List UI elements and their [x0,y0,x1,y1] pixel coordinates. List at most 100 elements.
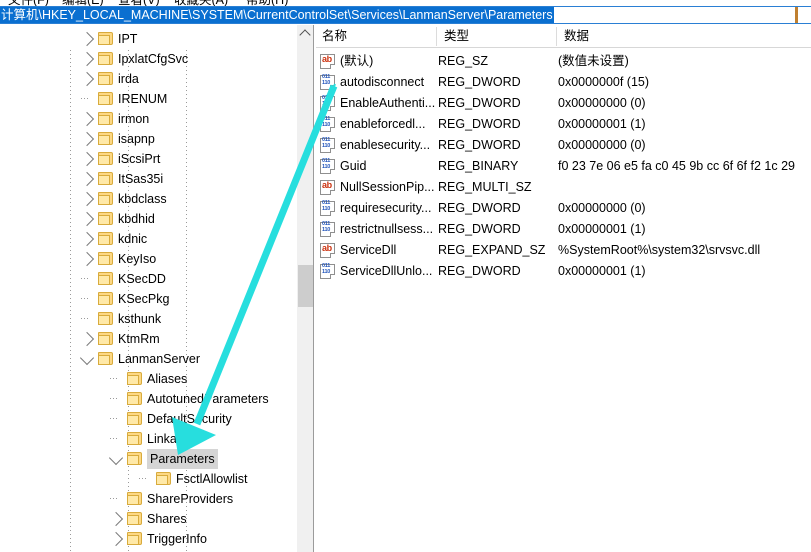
tree-connector [81,298,90,299]
value-row[interactable]: enablesecurity... REG_DWORD 0x00000000 (0) [316,135,811,156]
chevron-down-icon[interactable] [108,450,124,466]
chevron-right-icon[interactable] [79,71,95,87]
tree-item-label: irda [118,72,139,86]
pane-splitter[interactable] [313,25,315,552]
value-row[interactable]: ServiceDllUnlo... REG_DWORD 0x00000001 (1) [316,261,811,282]
value-row[interactable]: (默认) REG_SZ (数值未设置) [316,51,811,72]
column-divider[interactable] [556,27,557,46]
binary-value-icon [320,158,335,174]
chevron-right-icon[interactable] [79,171,95,187]
tree-item-iscsiprt[interactable]: iScsiPrt [0,149,296,169]
chevron-right-icon[interactable] [108,531,124,547]
folder-icon [98,112,114,126]
list-column-header: 名称 类型 数据 [316,25,811,48]
column-header-type[interactable]: 类型 [438,25,469,47]
tree-item-triggerinfo[interactable]: TriggerInfo [0,529,296,549]
dword-value-icon [320,221,335,237]
tree-connector [81,318,90,319]
value-row[interactable]: requiresecurity... REG_DWORD 0x00000000 (0… [316,198,811,219]
tree-item-lanmanserver[interactable]: LanmanServer [0,349,296,369]
chevron-down-icon[interactable] [79,350,95,366]
folder-icon [127,372,143,386]
tree-item-defaultsecurity[interactable]: DefaultSecurity [0,409,296,429]
column-divider[interactable] [436,27,437,46]
tree-item-ksecdd[interactable]: KSecDD [0,269,296,289]
value-name: NullSessionPip... [340,180,435,194]
tree-item-label: Parameters [147,449,218,469]
column-header-data[interactable]: 数据 [558,25,589,47]
tree-item-ksthunk[interactable]: ksthunk [0,309,296,329]
value-data: (数值未设置) [558,54,629,68]
tree-item-isapnp[interactable]: isapnp [0,129,296,149]
tree-item-label: KSecDD [118,272,166,286]
scrollbar-thumb[interactable] [298,265,313,307]
value-row[interactable]: autodisconnect REG_DWORD 0x0000000f (15) [316,72,811,93]
tree-item-irda[interactable]: irda [0,69,296,89]
tree-item-parameters[interactable]: Parameters [0,449,296,469]
tree-connector [110,438,119,439]
chevron-right-icon[interactable] [79,111,95,127]
column-header-name[interactable]: 名称 [316,25,347,47]
tree-item-ksecpkg[interactable]: KSecPkg [0,289,296,309]
scroll-up-button[interactable] [297,25,314,42]
string-value-icon [320,52,335,69]
value-row[interactable]: EnableAuthenti...REG_DWORD 0x00000000 (0) [316,93,811,114]
value-name: Guid [340,159,367,173]
tree-item-label: LanmanServer [118,352,200,366]
value-data: 0x00000000 (0) [558,96,646,110]
value-row[interactable]: restrictnullsess... REG_DWORD 0x00000001 (… [316,219,811,240]
value-data: 0x00000000 (0) [558,138,646,152]
tree-item-label: AutotunedParameters [147,392,269,406]
tree-item-kbdclass[interactable]: kbdclass [0,189,296,209]
tree-item-kbdhid[interactable]: kbdhid [0,209,296,229]
tree-item-autotunedparameters[interactable]: AutotunedParameters [0,389,296,409]
value-data: 0x0000000f (15) [558,75,650,89]
tree-item-shares[interactable]: Shares [0,509,296,529]
registry-values-pane[interactable]: 名称 类型 数据 (默认) REG_SZ (数值未设置) autodisconnect… [316,25,811,552]
address-bar[interactable]: 计算机\HKEY_LOCAL_MACHINE\SYSTEM\CurrentCon… [0,6,811,24]
folder-icon [98,72,114,86]
tree-item-label: kbdhid [118,212,155,226]
tree-item-ipxlatcfgsvc[interactable]: IpxlatCfgSvc [0,49,296,69]
value-row[interactable]: enableforcedl... REG_DWORD 0x00000001 (1) [316,114,811,135]
chevron-right-icon[interactable] [79,331,95,347]
chevron-right-icon[interactable] [79,131,95,147]
chevron-right-icon[interactable] [79,251,95,267]
value-row[interactable]: Guid REG_BINARY f0 23 7e 06 e5 fa c0 45 9b… [316,156,811,177]
tree-item-label: KtmRm [118,332,160,346]
tree-item-irenum[interactable]: IRENUM [0,89,296,109]
tree-vertical-scrollbar[interactable] [296,25,314,552]
tree-item-label: isapnp [118,132,155,146]
chevron-up-icon [299,29,311,41]
folder-icon [127,532,143,546]
chevron-right-icon[interactable] [79,191,95,207]
chevron-right-icon[interactable] [79,51,95,67]
folder-icon [98,332,114,346]
chevron-right-icon[interactable] [79,151,95,167]
chevron-right-icon[interactable] [79,231,95,247]
folder-icon [127,452,143,466]
chevron-right-icon[interactable] [108,511,124,527]
folder-icon [98,32,114,46]
tree-item-label: IpxlatCfgSvc [118,52,189,66]
tree-item-aliases[interactable]: Aliases [0,369,296,389]
address-path-text[interactable]: 计算机\HKEY_LOCAL_MACHINE\SYSTEM\CurrentCon… [0,7,554,23]
tree-item-label: Shares [147,512,187,526]
tree-item-kdnic[interactable]: kdnic [0,229,296,249]
registry-tree-pane[interactable]: IPT IpxlatCfgSvc irda IRENUM irmon isapnp iScs… [0,25,296,552]
tree-item-fsctlallowlist[interactable]: FsctlAllowlist [0,469,296,489]
value-row[interactable]: NullSessionPip...REG_MULTI_SZ [316,177,811,198]
dword-value-icon [320,137,335,153]
tree-item-keyiso[interactable]: KeyIso [0,249,296,269]
chevron-right-icon[interactable] [79,211,95,227]
tree-item-irmon[interactable]: irmon [0,109,296,129]
chevron-right-icon[interactable] [79,31,95,47]
tree-item-ipt[interactable]: IPT [0,29,296,49]
tree-item-shareproviders[interactable]: ShareProviders [0,489,296,509]
tree-item-itsas35i[interactable]: ItSas35i [0,169,296,189]
folder-icon [98,172,114,186]
value-type: REG_DWORD [438,96,521,110]
tree-item-ktmrm[interactable]: KtmRm [0,329,296,349]
value-row[interactable]: ServiceDll REG_EXPAND_SZ %SystemRoot%\syst… [316,240,811,261]
tree-item-linkage[interactable]: Linkage [0,429,296,449]
